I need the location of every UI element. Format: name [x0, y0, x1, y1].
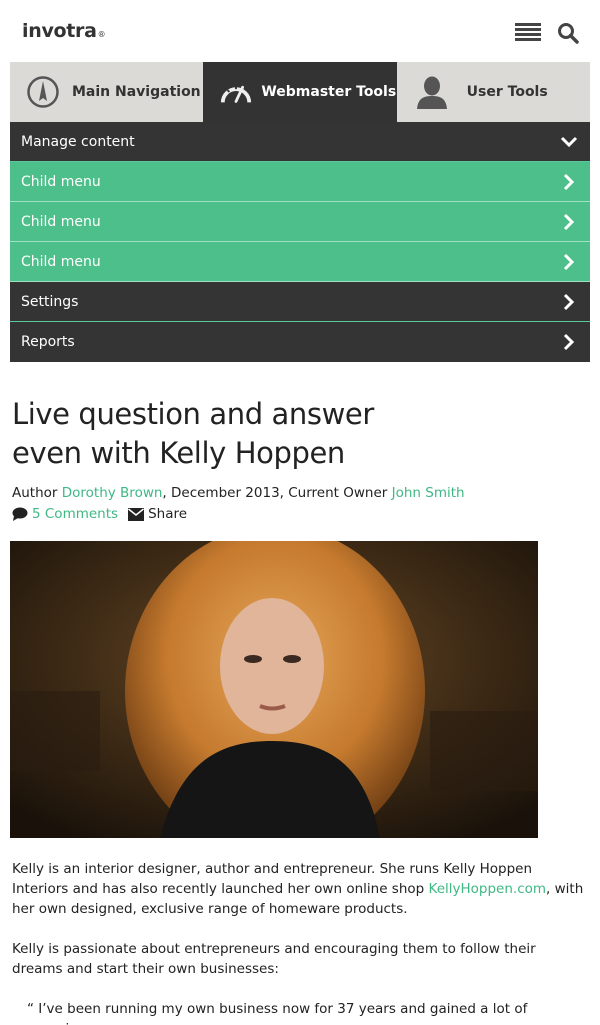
title-line-1: Live question and answer — [12, 397, 374, 431]
search-icon[interactable] — [557, 22, 579, 44]
chevron-right-icon — [560, 333, 578, 351]
owner-link[interactable]: John Smith — [392, 485, 465, 501]
article-header: Live question and answer even with Kelly… — [12, 395, 588, 522]
menu-item-label: Settings — [21, 293, 79, 310]
menu-item-label: Manage content — [21, 133, 135, 150]
speech-bubble-icon — [12, 507, 28, 521]
article-meta: Author Dorothy Brown, December 2013, Cur… — [12, 485, 588, 501]
title-line-2: even with Kelly Hoppen — [12, 436, 345, 470]
menu-item-reports[interactable]: Reports — [10, 322, 590, 362]
quote: “ I’ve been running my own business now … — [27, 1001, 528, 1025]
share-label: Share — [148, 506, 188, 522]
user-silhouette-icon — [415, 75, 449, 109]
compass-icon — [26, 75, 60, 109]
kellyhoppen-link[interactable]: KellyHoppen.com — [429, 881, 547, 897]
invotra-logo[interactable]: invotra® — [22, 20, 106, 42]
chevron-right-icon — [560, 213, 578, 231]
menu-item-label: Child menu — [21, 253, 101, 270]
top-bar: invotra® — [0, 0, 600, 62]
tab-label: User Tools — [466, 84, 548, 100]
chevron-down-icon — [560, 133, 578, 151]
menu-item-manage-content[interactable]: Manage content — [10, 122, 590, 162]
author-link[interactable]: Dorothy Brown — [62, 485, 163, 501]
tab-label: Webmaster Tools — [261, 84, 397, 100]
article-body: Kelly is an interior designer, author an… — [12, 859, 588, 1025]
chevron-right-icon — [560, 173, 578, 191]
tab-label: Main Navigation — [72, 84, 201, 100]
menu-item-label: Child menu — [21, 213, 101, 230]
menu-item-child-menu-1[interactable]: Child menu — [10, 162, 590, 202]
chevron-right-icon — [560, 253, 578, 271]
webmaster-menu: Manage content Child menu Child menu Chi… — [10, 122, 590, 362]
logo-registered-mark: ® — [97, 30, 106, 39]
article-photo — [10, 541, 538, 838]
menu-item-label: Reports — [21, 334, 75, 350]
menu-item-child-menu-3[interactable]: Child menu — [10, 242, 590, 282]
logo-text: invotra — [22, 20, 97, 42]
menu-item-label: Child menu — [21, 173, 101, 190]
article-title: Live question and answer even with Kelly… — [12, 395, 588, 473]
article-actions: 5 Comments Share — [12, 506, 588, 522]
hamburger-menu-icon[interactable] — [515, 23, 541, 43]
comments-count: 5 Comments — [32, 506, 119, 522]
share-button[interactable]: Share — [128, 506, 187, 522]
menu-item-settings[interactable]: Settings — [10, 282, 590, 322]
tab-main-navigation[interactable]: Main Navigation — [10, 62, 204, 122]
paragraph-1: Kelly is an interior designer, author an… — [12, 859, 588, 919]
tab-webmaster-tools[interactable]: Webmaster Tools — [203, 62, 397, 122]
menu-item-child-menu-2[interactable]: Child menu — [10, 202, 590, 242]
paragraph-2: Kelly is passionate about entrepreneurs … — [12, 941, 536, 977]
tab-user-tools[interactable]: User Tools — [396, 62, 590, 122]
portrait-image — [10, 541, 538, 838]
chevron-right-icon — [560, 293, 578, 311]
envelope-icon — [128, 507, 145, 521]
author-prefix: Author — [12, 485, 62, 501]
gauge-icon — [219, 75, 253, 109]
date-text: , December 2013, Current Owner — [162, 485, 392, 501]
comments-link[interactable]: 5 Comments — [12, 506, 118, 522]
tool-tabs: Main Navigation Webmaster Tools User Too… — [10, 62, 590, 122]
